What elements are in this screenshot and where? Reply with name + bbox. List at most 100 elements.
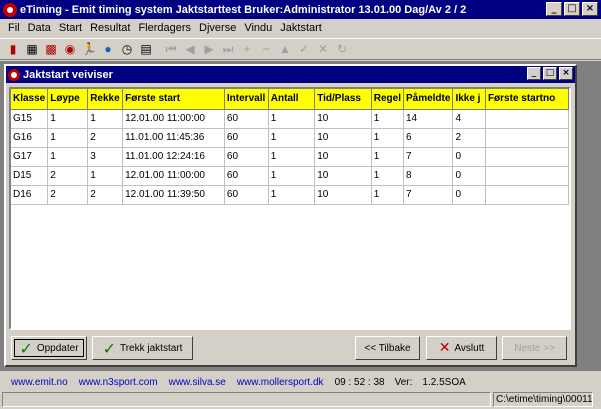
table-cell[interactable] [485, 109, 569, 129]
menu-data[interactable]: Data [24, 22, 55, 34]
column-header[interactable]: Ikke j [452, 89, 486, 110]
table-cell[interactable]: 1 [87, 166, 124, 186]
column-header[interactable]: Løype [47, 89, 89, 110]
jaktstart-grid[interactable]: Klasse Løype Rekke Første start Interval… [9, 87, 571, 330]
table-cell[interactable]: 1 [371, 147, 404, 167]
column-header[interactable]: Klasse [11, 89, 49, 110]
table-cell[interactable]: 1 [268, 109, 316, 129]
table-cell[interactable]: 0 [452, 185, 486, 205]
column-header[interactable]: Antall [268, 89, 316, 110]
menu-start[interactable]: Start [55, 22, 86, 34]
column-header[interactable]: Rekke [87, 89, 124, 110]
maximize-button[interactable]: □ [564, 2, 580, 16]
calendar-grid-icon[interactable]: ▩ [42, 40, 60, 58]
next-icon[interactable]: ⏭ [219, 40, 237, 58]
table-cell[interactable]: 4 [452, 109, 486, 129]
table-cell[interactable]: 6 [403, 128, 454, 148]
column-header[interactable]: Påmeldte [403, 89, 454, 110]
table-cell[interactable]: 10 [314, 128, 372, 148]
table-cell[interactable]: 60 [224, 185, 269, 205]
table-cell[interactable] [485, 147, 569, 167]
column-header[interactable]: Regel [371, 89, 404, 110]
table-row[interactable]: G17 1 3 11.01.00 12:24:16 60 1 10 1 7 0 [11, 147, 569, 167]
first-icon[interactable]: ⏮ [162, 40, 180, 58]
table-cell[interactable]: 14 [403, 109, 454, 129]
table-cell[interactable]: 0 [452, 147, 486, 167]
minimize-button[interactable]: _ [546, 2, 562, 16]
table-cell[interactable]: G17 [11, 147, 49, 167]
table-row[interactable]: D16 2 2 12.01.00 11:39:50 60 1 10 1 7 0 [11, 185, 569, 205]
table-cell[interactable] [485, 166, 569, 186]
table-cell[interactable]: 12.01.00 11:00:00 [122, 166, 225, 186]
column-header[interactable]: Første startno [485, 89, 569, 110]
table-cell[interactable]: 1 [268, 166, 316, 186]
table-cell[interactable]: D16 [11, 185, 49, 205]
table-cell[interactable]: 60 [224, 109, 269, 129]
menu-jaktstart[interactable]: Jaktstart [276, 22, 326, 34]
table-cell[interactable]: 2 [47, 166, 89, 186]
menu-resultat[interactable]: Resultat [86, 22, 134, 34]
close-button[interactable]: × [582, 2, 598, 16]
table-cell[interactable]: 1 [268, 185, 316, 205]
table-row[interactable]: D15 2 1 12.01.00 11:00:00 60 1 10 1 8 0 [11, 166, 569, 186]
refresh-icon[interactable]: ↻ [333, 40, 351, 58]
link-silva[interactable]: www.silva.se [169, 377, 226, 388]
table-cell[interactable]: 1 [47, 147, 89, 167]
table-cell[interactable]: G15 [11, 109, 49, 129]
menu-diverse[interactable]: Djverse [195, 22, 240, 34]
confirm-icon[interactable]: ✓ [295, 40, 313, 58]
remove-icon[interactable]: − [257, 40, 275, 58]
column-header[interactable]: Intervall [224, 89, 269, 110]
table-cell[interactable]: 1 [371, 128, 404, 148]
menu-fil[interactable]: Fil [4, 22, 24, 34]
prev-icon[interactable]: ◀ [181, 40, 199, 58]
table-cell[interactable]: 60 [224, 147, 269, 167]
quit-button[interactable]: ✕ Avslutt [426, 336, 497, 360]
close-button[interactable]: × [559, 67, 573, 80]
calendar-icon[interactable]: ▦ [23, 40, 41, 58]
table-cell[interactable]: 1 [268, 128, 316, 148]
card-icon[interactable]: ▮ [4, 40, 22, 58]
table-cell[interactable]: 1 [268, 147, 316, 167]
menu-vindu[interactable]: Vindu [240, 22, 276, 34]
table-cell[interactable]: 11.01.00 12:24:16 [122, 147, 225, 167]
column-header[interactable]: Tid/Plass [314, 89, 372, 110]
table-cell[interactable]: 1 [47, 109, 89, 129]
table-cell[interactable]: D15 [11, 166, 49, 186]
minimize-button[interactable]: _ [527, 67, 541, 80]
table-cell[interactable] [485, 185, 569, 205]
table-cell[interactable]: 3 [87, 147, 124, 167]
table-row[interactable]: G15 1 1 12.01.00 11:00:00 60 1 10 1 14 4 [11, 109, 569, 129]
table-cell[interactable]: 2 [452, 128, 486, 148]
menu-flerdagers[interactable]: Flerdagers [134, 22, 195, 34]
table-cell[interactable]: 1 [87, 109, 124, 129]
table-cell[interactable]: 10 [314, 147, 372, 167]
table-cell[interactable]: 0 [452, 166, 486, 186]
table-cell[interactable]: 1 [47, 128, 89, 148]
table-cell[interactable]: 7 [403, 147, 454, 167]
table-cell[interactable]: 60 [224, 166, 269, 186]
table-cell[interactable]: 1 [371, 185, 404, 205]
add-icon[interactable]: + [238, 40, 256, 58]
table-cell[interactable]: 10 [314, 185, 372, 205]
table-cell[interactable]: 12.01.00 11:00:00 [122, 109, 225, 129]
table-cell[interactable]: 1 [371, 166, 404, 186]
table-cell[interactable]: 2 [47, 185, 89, 205]
globe-icon[interactable]: ● [99, 40, 117, 58]
up-icon[interactable]: ▲ [276, 40, 294, 58]
target-icon[interactable]: ◉ [61, 40, 79, 58]
table-cell[interactable]: 8 [403, 166, 454, 186]
table-cell[interactable]: 60 [224, 128, 269, 148]
table-cell[interactable]: 12.01.00 11:39:50 [122, 185, 225, 205]
table-row[interactable]: G16 1 2 11.01.00 11:45:36 60 1 10 1 6 2 [11, 128, 569, 148]
table-cell[interactable] [485, 128, 569, 148]
cancel-icon[interactable]: ✕ [314, 40, 332, 58]
table-cell[interactable]: 2 [87, 185, 124, 205]
next-button[interactable]: Neste >> [502, 336, 567, 360]
stopwatch-icon[interactable]: ◷ [118, 40, 136, 58]
column-header[interactable]: Første start [122, 89, 225, 110]
table-cell[interactable]: 10 [314, 166, 372, 186]
document-icon[interactable]: ▤ [137, 40, 155, 58]
table-cell[interactable]: 7 [403, 185, 454, 205]
runner-icon[interactable]: 🏃 [80, 40, 98, 58]
